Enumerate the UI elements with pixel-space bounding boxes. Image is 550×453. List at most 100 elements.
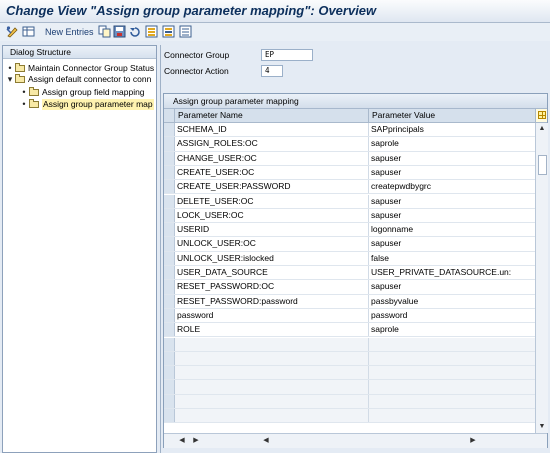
parameter-value-cell[interactable] bbox=[369, 409, 535, 423]
tree-node-connector-group-status[interactable]: • Maintain Connector Group Status bbox=[6, 63, 156, 74]
parameter-value-cell[interactable] bbox=[369, 351, 535, 366]
row-selector[interactable] bbox=[164, 280, 175, 294]
parameter-name-cell[interactable] bbox=[175, 394, 369, 408]
parameter-name-cell[interactable]: UNLOCK_USER:islocked bbox=[175, 251, 369, 265]
table-row[interactable] bbox=[164, 380, 535, 395]
parameter-value-cell[interactable]: sapuser bbox=[369, 237, 535, 250]
parameter-value-cell[interactable]: sapuser bbox=[369, 152, 535, 165]
row-selector[interactable] bbox=[164, 394, 175, 408]
table-row[interactable]: CHANGE_USER:OC sapuser bbox=[164, 151, 535, 166]
horizontal-scrollbar[interactable]: ◀ ▶ ◀ ▶ bbox=[164, 433, 547, 448]
row-selector[interactable] bbox=[164, 409, 175, 423]
parameter-name-cell[interactable]: CREATE_USER:OC bbox=[175, 165, 369, 180]
table-row[interactable]: SCHEMA_ID SAPprincipals bbox=[164, 123, 535, 138]
row-selector[interactable] bbox=[164, 337, 175, 351]
select-block-icon[interactable] bbox=[162, 25, 175, 38]
parameter-value-cell[interactable]: sapuser bbox=[369, 195, 535, 208]
row-selector[interactable] bbox=[164, 351, 175, 366]
parameter-value-cell[interactable]: false bbox=[369, 252, 535, 265]
row-selector[interactable] bbox=[164, 251, 175, 265]
parameter-name-cell[interactable]: DELETE_USER:OC bbox=[175, 194, 369, 208]
table-row[interactable]: CREATE_USER:PASSWORD createpwdbygrc bbox=[164, 180, 535, 195]
scroll-down-icon[interactable]: ▼ bbox=[537, 422, 547, 432]
parameter-name-cell[interactable]: CREATE_USER:PASSWORD bbox=[175, 180, 369, 194]
row-selector[interactable] bbox=[164, 266, 175, 280]
parameter-name-cell[interactable]: CHANGE_USER:OC bbox=[175, 151, 369, 165]
row-selector[interactable] bbox=[164, 208, 175, 223]
parameter-name-cell[interactable] bbox=[175, 366, 369, 380]
parameter-value-cell[interactable]: saprole bbox=[369, 323, 535, 336]
table-row[interactable] bbox=[164, 337, 535, 352]
parameter-name-cell[interactable]: SCHEMA_ID bbox=[175, 123, 369, 137]
parameter-value-cell[interactable] bbox=[369, 380, 535, 394]
table-row[interactable]: ROLE saprole bbox=[164, 323, 535, 338]
parameter-name-cell[interactable]: password bbox=[175, 308, 369, 323]
select-all-rows-cell[interactable] bbox=[164, 109, 175, 122]
parameter-value-cell[interactable]: logonname bbox=[369, 223, 535, 236]
tree-node-default-connector[interactable]: ▾ Assign default connector to conn bbox=[6, 74, 156, 85]
parameter-name-cell[interactable] bbox=[175, 380, 369, 394]
table-row[interactable]: LOCK_USER:OC sapuser bbox=[164, 208, 535, 224]
parameter-name-cell[interactable]: LOCK_USER:OC bbox=[175, 208, 369, 223]
table-row[interactable] bbox=[164, 394, 535, 409]
deselect-all-icon[interactable] bbox=[179, 25, 192, 38]
row-selector[interactable] bbox=[164, 323, 175, 337]
tree-node-group-parameter-mapping[interactable]: • Assign group parameter map bbox=[20, 99, 156, 110]
scroll-left-icon[interactable]: ◀ bbox=[261, 435, 271, 446]
row-selector[interactable] bbox=[164, 380, 175, 394]
scroll-right-icon[interactable]: ▶ bbox=[191, 435, 201, 446]
parameter-name-cell[interactable]: RESET_PASSWORD:password bbox=[175, 294, 369, 308]
row-selector[interactable] bbox=[164, 223, 175, 237]
parameter-name-cell[interactable]: USER_DATA_SOURCE bbox=[175, 266, 369, 280]
row-selector[interactable] bbox=[164, 294, 175, 308]
scroll-right-icon[interactable]: ▶ bbox=[468, 435, 478, 446]
table-row[interactable] bbox=[164, 366, 535, 381]
scroll-up-icon[interactable]: ▲ bbox=[537, 124, 547, 134]
table-row[interactable]: USER_DATA_SOURCE USER_PRIVATE_DATASOURCE.… bbox=[164, 266, 535, 281]
scroll-thumb[interactable] bbox=[538, 155, 547, 175]
column-settings-icon[interactable] bbox=[535, 109, 547, 122]
splitter[interactable] bbox=[160, 45, 161, 453]
parameter-name-cell[interactable] bbox=[175, 351, 369, 366]
parameter-value-cell[interactable]: USER_PRIVATE_DATASOURCE.un: bbox=[369, 266, 535, 279]
row-selector[interactable] bbox=[164, 180, 175, 194]
row-selector[interactable] bbox=[164, 237, 175, 251]
table-row[interactable] bbox=[164, 409, 535, 424]
save-icon[interactable] bbox=[113, 25, 126, 38]
row-selector[interactable] bbox=[164, 194, 175, 208]
parameter-value-cell[interactable]: createpwdbygrc bbox=[369, 180, 535, 193]
parameter-value-cell[interactable] bbox=[369, 337, 535, 351]
display-change-icon[interactable] bbox=[6, 25, 19, 38]
table-row[interactable]: RESET_PASSWORD:OC sapuser bbox=[164, 280, 535, 295]
new-entries-button[interactable]: New Entries bbox=[45, 27, 94, 37]
parameter-value-cell[interactable] bbox=[369, 366, 535, 380]
table-row[interactable]: password password bbox=[164, 308, 535, 324]
parameter-value-cell[interactable]: sapuser bbox=[369, 280, 535, 293]
parameter-value-cell[interactable] bbox=[369, 394, 535, 408]
table-row[interactable]: USERID logonname bbox=[164, 223, 535, 238]
row-selector[interactable] bbox=[164, 123, 175, 137]
table-row[interactable]: RESET_PASSWORD:password passbyvalue bbox=[164, 294, 535, 309]
parameter-value-cell[interactable]: passbyvalue bbox=[369, 295, 535, 308]
parameter-name-cell[interactable]: ROLE bbox=[175, 323, 369, 337]
parameter-value-cell[interactable]: SAPprincipals bbox=[369, 123, 535, 136]
parameter-value-cell[interactable]: password bbox=[369, 309, 535, 322]
table-row[interactable]: ASSIGN_ROLES:OC saprole bbox=[164, 137, 535, 152]
scroll-left-icon[interactable]: ◀ bbox=[177, 435, 187, 446]
copy-as-icon[interactable] bbox=[98, 25, 111, 38]
table-row[interactable]: UNLOCK_USER:OC sapuser bbox=[164, 237, 535, 252]
expand-arrow-icon[interactable]: ▾ bbox=[6, 74, 14, 85]
row-selector[interactable] bbox=[164, 308, 175, 323]
parameter-name-cell[interactable]: UNLOCK_USER:OC bbox=[175, 237, 369, 251]
parameter-name-cell[interactable]: RESET_PASSWORD:OC bbox=[175, 280, 369, 294]
row-selector[interactable] bbox=[164, 151, 175, 165]
table-row[interactable] bbox=[164, 351, 535, 367]
undo-icon[interactable] bbox=[128, 25, 141, 38]
column-header-parameter-name[interactable]: Parameter Name bbox=[175, 109, 369, 122]
parameter-value-cell[interactable]: saprole bbox=[369, 137, 535, 150]
parameter-value-cell[interactable]: sapuser bbox=[369, 166, 535, 179]
column-header-parameter-value[interactable]: Parameter Value bbox=[369, 109, 535, 122]
parameter-name-cell[interactable]: USERID bbox=[175, 223, 369, 237]
table-row[interactable]: DELETE_USER:OC sapuser bbox=[164, 194, 535, 209]
select-all-icon[interactable] bbox=[145, 25, 158, 38]
